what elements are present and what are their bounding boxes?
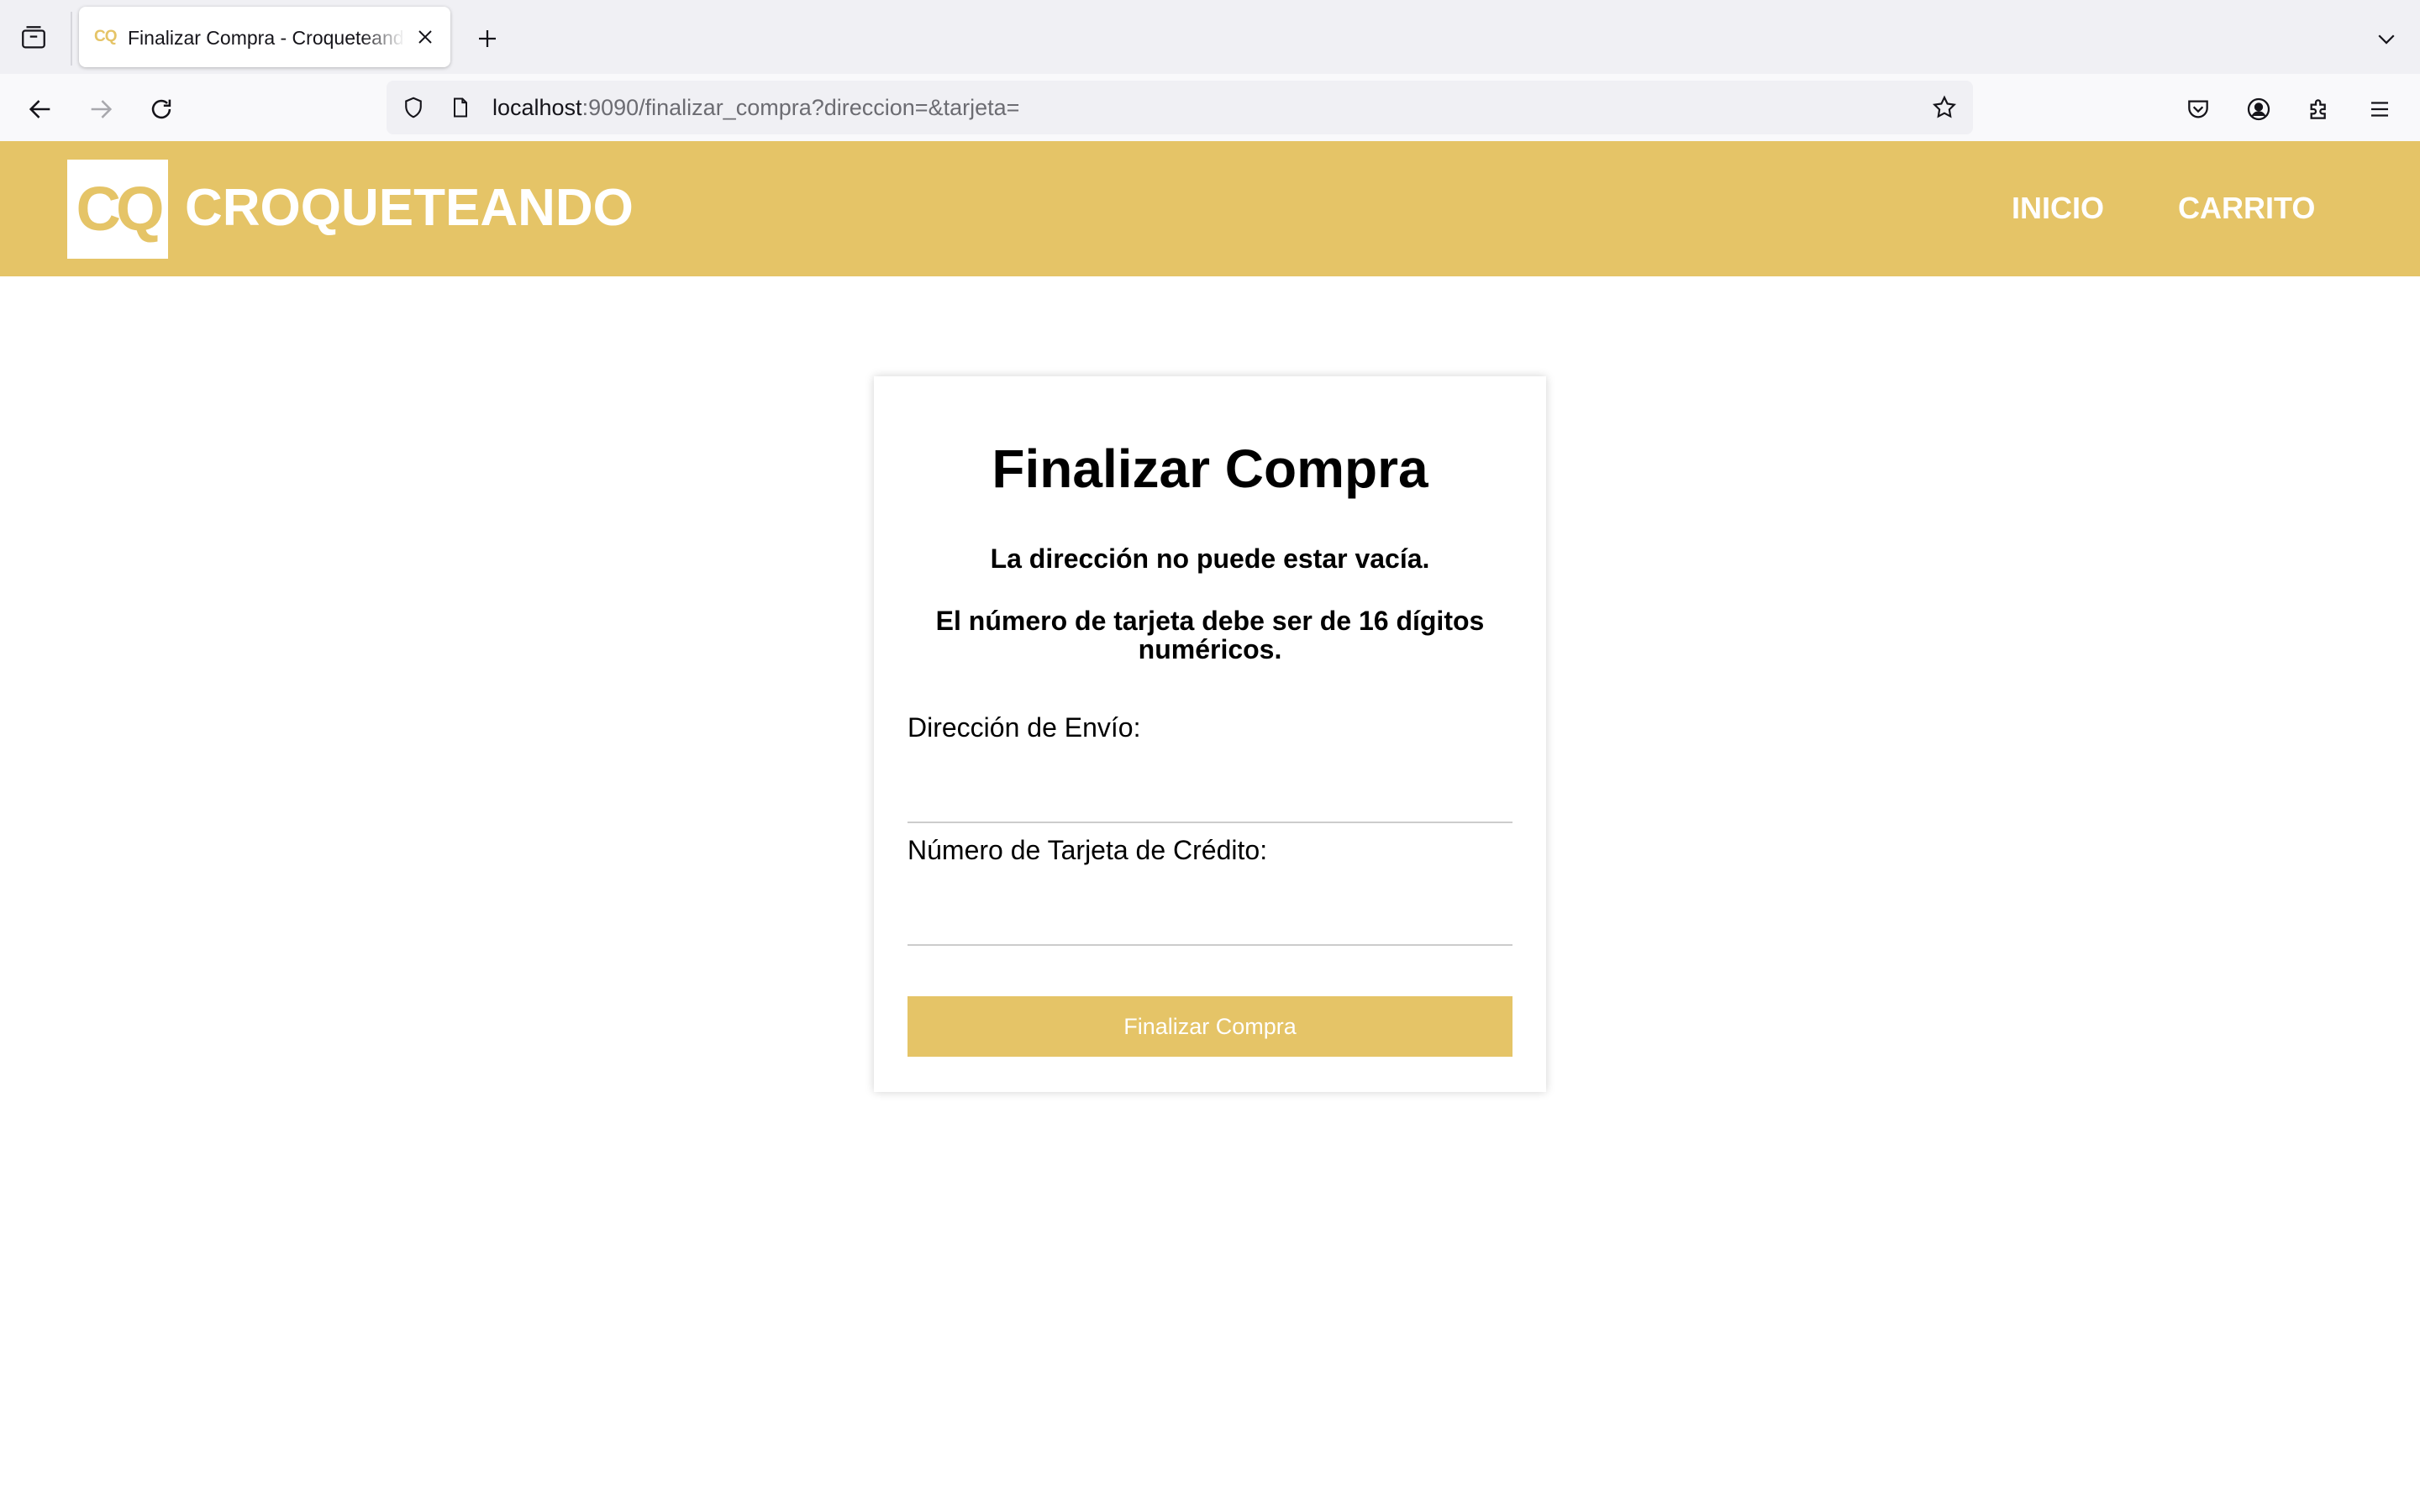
url-text[interactable]: localhost:9090/finalizar_compra?direccio…: [492, 92, 1019, 123]
shield-icon[interactable]: [398, 92, 429, 123]
nav-link-carrito[interactable]: CARRITO: [2178, 186, 2315, 230]
browser-tab-strip: CQ Finalizar Compra - Croqueteando: [0, 0, 2420, 74]
tab-divider: [71, 12, 72, 66]
checkout-card: Finalizar Compra La dirección no puede e…: [874, 376, 1546, 1092]
brand-name[interactable]: CROQUETEANDO: [185, 175, 634, 242]
error-message-card: El número de tarjeta debe ser de 16 dígi…: [935, 606, 1485, 664]
url-host: localhost: [492, 95, 582, 120]
hamburger-menu-icon[interactable]: [2360, 89, 2400, 129]
card-number-label: Número de Tarjeta de Crédito:: [908, 835, 1268, 865]
forward-arrow-icon[interactable]: [81, 89, 121, 129]
account-icon[interactable]: [2238, 89, 2279, 129]
site-header: CQ CROQUETEANDO INICIO CARRITO: [0, 141, 2420, 276]
tab-title: Finalizar Compra - Croqueteando: [128, 27, 405, 49]
page-title: Finalizar Compra: [992, 438, 1428, 499]
card-number-input[interactable]: [908, 899, 1512, 946]
address-input[interactable]: [908, 776, 1512, 823]
star-icon[interactable]: [1928, 91, 1961, 124]
error-message-address: La dirección no puede estar vacía.: [990, 543, 1430, 574]
logo[interactable]: CQ: [67, 160, 168, 259]
plus-icon[interactable]: [469, 20, 506, 57]
reload-icon[interactable]: [141, 89, 182, 129]
url-bar[interactable]: localhost:9090/finalizar_compra?direccio…: [387, 81, 1973, 134]
tab-favicon-icon: CQ: [94, 28, 118, 45]
nav-link-inicio[interactable]: INICIO: [2012, 186, 2104, 230]
tab-list-icon[interactable]: [15, 20, 52, 55]
logo-letters: CQ: [76, 174, 165, 244]
chevron-down-icon[interactable]: [2368, 20, 2405, 57]
url-path: :9090/finalizar_compra?direccion=&tarjet…: [581, 95, 1020, 120]
pocket-icon[interactable]: [2178, 89, 2218, 129]
puzzle-icon[interactable]: [2299, 89, 2339, 129]
close-icon[interactable]: [410, 22, 440, 52]
page-icon[interactable]: [445, 92, 476, 123]
back-arrow-icon[interactable]: [20, 89, 60, 129]
address-label: Dirección de Envío:: [908, 712, 1141, 743]
finalizar-compra-button[interactable]: Finalizar Compra: [908, 996, 1512, 1057]
browser-tab-active[interactable]: CQ Finalizar Compra - Croqueteando: [79, 7, 450, 67]
